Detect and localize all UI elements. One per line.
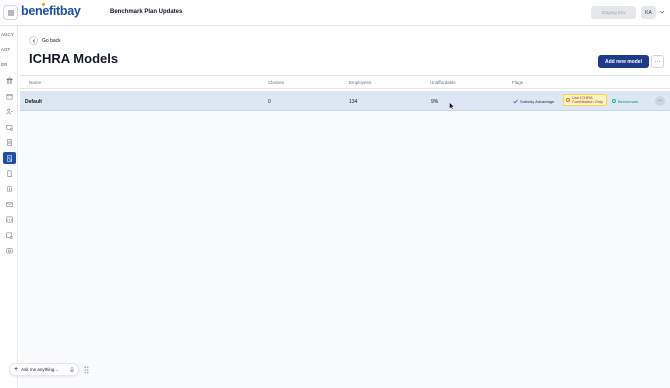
column-header-flags: Flags xyxy=(512,80,524,85)
subsidy-advantage-flag: Subsidy Advantage xyxy=(513,96,554,106)
column-header-unaffordable[interactable]: Unaffordable xyxy=(430,80,456,85)
benchmark-flag: Benchmark xyxy=(612,96,638,106)
ichra-flag-line2: Contribution Only xyxy=(572,99,603,104)
benchmark-icon xyxy=(612,99,616,103)
page-title: ICHRA Models xyxy=(29,51,119,66)
logo-accent xyxy=(42,3,45,6)
avatar[interactable]: KA xyxy=(641,6,656,19)
institution-icon[interactable] xyxy=(4,183,14,193)
table-header: Name Classes Employees Unaffordable Flag… xyxy=(20,75,670,89)
back-link[interactable]: Go back xyxy=(29,36,61,45)
column-header-name[interactable]: Name xyxy=(29,80,41,85)
sidebar-item-agt[interactable]: AGT xyxy=(1,47,10,52)
plus-icon[interactable]: + xyxy=(14,366,18,373)
classes-value: 0 xyxy=(268,99,271,105)
column-header-classes[interactable]: Classes xyxy=(268,80,284,85)
column-header-employees[interactable]: Employees xyxy=(349,80,371,85)
bank-icon[interactable] xyxy=(4,75,14,85)
ask-assistant-input[interactable]: + Ask me anything... xyxy=(9,363,79,376)
subsidy-advantage-label: Subsidy Advantage xyxy=(520,98,555,104)
ask-placeholder: Ask me anything... xyxy=(21,367,59,372)
environment-button[interactable]: Staging Env xyxy=(591,6,636,19)
mail-icon[interactable] xyxy=(4,199,14,209)
sidebar-item-agcy[interactable]: AGCY xyxy=(1,32,14,37)
report-settings-icon[interactable] xyxy=(4,230,14,240)
ichra-icon[interactable] xyxy=(3,152,16,164)
document-list-icon[interactable] xyxy=(4,137,14,147)
camera-icon[interactable] xyxy=(4,245,14,255)
row-actions-button[interactable]: ··· xyxy=(655,96,665,106)
check-icon xyxy=(513,99,518,103)
ichra-contribution-flag: Use ICHRA Contribution Only xyxy=(563,94,607,106)
more-options-button[interactable]: ··· xyxy=(651,55,664,68)
benchmark-label: Benchmark xyxy=(618,98,639,104)
sidebar: AGCY AGT ER xyxy=(0,26,18,388)
chevron-left-icon xyxy=(29,36,38,45)
logo[interactable]: benefitbay xyxy=(21,4,81,18)
file-icon[interactable] xyxy=(4,168,14,178)
model-name[interactable]: Default xyxy=(25,99,42,105)
microphone-icon[interactable] xyxy=(69,367,75,373)
page-header-title: Benchmark Plan Updates xyxy=(110,9,183,15)
unaffordable-value: 9% xyxy=(431,99,439,105)
menu-icon[interactable] xyxy=(3,5,18,20)
report-icon[interactable] xyxy=(4,214,14,224)
mouse-cursor-icon xyxy=(449,102,455,110)
chevron-down-icon[interactable] xyxy=(659,9,665,15)
top-bar: benefitbay Benchmark Plan Updates Stagin… xyxy=(0,0,670,26)
add-new-model-button[interactable]: Add new model xyxy=(598,55,649,68)
warning-icon xyxy=(566,98,570,102)
people-icon[interactable] xyxy=(4,106,14,116)
table-row[interactable]: Default 0 134 9% Subsidy Advantage Use I… xyxy=(20,91,670,111)
card-settings-icon[interactable] xyxy=(4,122,14,132)
drag-handle-icon[interactable] xyxy=(84,366,89,374)
calendar-icon[interactable] xyxy=(4,91,14,101)
back-label: Go back xyxy=(42,37,61,44)
table-empty-area xyxy=(20,111,670,388)
sidebar-item-er[interactable]: ER xyxy=(1,62,7,67)
employees-value: 134 xyxy=(349,99,358,105)
